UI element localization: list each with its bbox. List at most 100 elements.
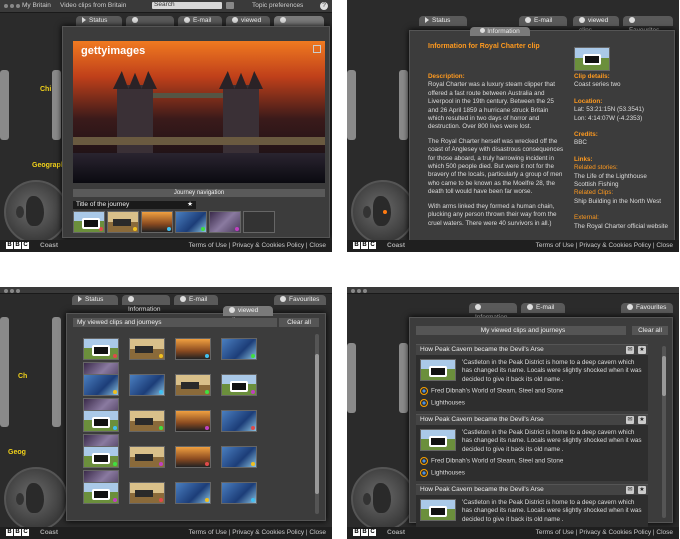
clear-all-button[interactable]: Clear all [632,326,668,335]
tab-viewed[interactable]: viewed clips [573,16,619,34]
list-item-journey-link[interactable]: Lighthouses [420,399,465,407]
second-drawer-handle[interactable] [399,70,408,140]
favourite-star-icon[interactable]: ★ [187,201,193,209]
list-item-thumb[interactable] [420,359,456,381]
related-story-link[interactable]: Scottish Fishing [574,181,670,189]
list-item-header[interactable]: How Peak Cavern became the Devil's Arse ✉… [416,485,648,495]
bbc-logo[interactable]: BBC [353,529,376,536]
uk-globe-map[interactable] [351,180,415,244]
related-story-link[interactable]: The Life of the Lighthouse [574,173,670,181]
tab-information[interactable]: Information [469,303,517,321]
journey-navigation-bar[interactable]: Journey navigation [73,189,325,197]
journey-thumb[interactable] [106,211,139,233]
tab-status[interactable]: Status [72,295,118,305]
video-clips-link[interactable]: Video clips from Britain [60,2,126,9]
viewed-clip-thumb[interactable] [221,446,257,468]
tab-information[interactable]: Information [122,295,170,313]
fullscreen-icon[interactable] [313,45,321,53]
viewed-clip-thumb[interactable] [175,410,211,432]
footer-links[interactable]: Terms of Use | Privacy & Cookies Policy … [536,242,673,249]
bbc-logo[interactable]: BBC [6,242,29,249]
tab-favourites[interactable]: Favourites [623,16,673,34]
video-frame[interactable]: gettyimages [73,41,325,183]
footer-links[interactable]: Terms of Use | Privacy & Cookies Policy … [536,529,673,536]
list-item-journey-link[interactable]: Fred Dibnah's World of Steam, Steel and … [420,387,563,395]
left-drawer-handle[interactable] [347,70,356,140]
second-drawer-handle[interactable] [399,343,408,413]
tab-email[interactable]: E-mail [519,16,567,26]
left-drawer-handle[interactable] [347,343,356,413]
viewed-clip-thumb[interactable] [221,338,257,360]
clear-all-button[interactable]: Clear all [279,318,319,327]
tab-viewed[interactable]: viewed clips [226,16,270,34]
viewed-clip-thumb[interactable] [175,374,211,396]
journey-thumb[interactable] [174,211,207,233]
uk-globe-map[interactable] [4,467,68,531]
list-item[interactable]: How Peak Cavern became the Devil's Arse ✉… [416,484,648,527]
footer-links[interactable]: Terms of Use | Privacy & Cookies Policy … [189,529,326,536]
tab-information-active[interactable]: Information [470,27,530,36]
tab-information[interactable]: Information [126,16,174,34]
viewed-clip-thumb[interactable] [129,338,165,360]
help-icon[interactable]: ? [320,2,328,10]
viewed-clip-thumb[interactable] [221,410,257,432]
external-link[interactable]: The Royal Charter official website [574,223,670,231]
viewed-clip-thumb[interactable] [175,482,211,504]
viewed-clip-thumb[interactable] [129,374,165,396]
list-item-journey-link[interactable]: Fred Dibnah's World of Steam, Steel and … [420,457,563,465]
tab-favourites[interactable]: Favourites [274,295,326,305]
tab-status[interactable]: Status [419,16,467,26]
my-britain-link[interactable]: My Britain [22,2,51,9]
list-item-thumb[interactable] [420,499,456,521]
viewed-clip-thumb[interactable] [83,374,119,396]
tab-status[interactable]: Status [76,16,122,26]
journey-thumb[interactable] [208,211,241,233]
journey-thumb[interactable] [140,211,173,233]
email-icon[interactable]: ✉ [626,346,634,354]
list-item[interactable]: How Peak Cavern became the Devil's Arse ✉… [416,414,648,481]
second-drawer-handle[interactable] [52,70,61,140]
second-drawer-handle[interactable] [52,317,61,427]
star-icon[interactable]: ★ [638,416,646,424]
journey-thumb[interactable] [73,211,105,233]
left-drawer-handle[interactable] [0,70,9,140]
viewed-clip-thumb[interactable] [83,482,119,504]
email-icon[interactable]: ✉ [626,416,634,424]
viewed-clip-thumb[interactable] [221,374,257,396]
grid-scrollbar[interactable] [315,334,319,514]
list-item-header[interactable]: How Peak Cavern became the Devil's Arse ✉… [416,415,648,425]
tab-email[interactable]: E-mail [174,295,218,305]
list-item-header[interactable]: How Peak Cavern became the Devil's Arse ✉… [416,345,648,355]
viewed-clip-thumb[interactable] [175,446,211,468]
email-icon[interactable]: ✉ [626,486,634,494]
viewed-clip-thumb[interactable] [175,338,211,360]
viewed-clip-thumb[interactable] [221,482,257,504]
clip-thumbnail[interactable] [574,47,610,71]
list-scrollbar[interactable] [662,346,666,518]
tab-email[interactable]: E-mail [178,16,222,26]
search-input[interactable]: Search [152,1,222,9]
bbc-logo[interactable]: BBC [6,529,29,536]
list-item[interactable]: How Peak Cavern became the Devil's Arse ✉… [416,344,648,411]
tab-favourites[interactable]: Favourites [274,16,324,34]
search-icon[interactable] [226,2,234,9]
uk-globe-map[interactable] [4,180,68,244]
viewed-clip-thumb[interactable] [83,338,119,360]
left-drawer-handle[interactable] [0,317,9,427]
footer-links[interactable]: Terms of Use | Privacy & Cookies Policy … [189,242,326,249]
list-item-journey-link[interactable]: Lighthouses [420,469,465,477]
viewed-clip-thumb[interactable] [129,410,165,432]
star-icon[interactable]: ★ [638,346,646,354]
viewed-clip-thumb[interactable] [129,446,165,468]
scrollbar-thumb[interactable] [315,354,319,494]
viewed-clip-thumb[interactable] [129,482,165,504]
list-item-thumb[interactable] [420,429,456,451]
viewed-clip-thumb[interactable] [83,410,119,432]
topic-preferences-link[interactable]: Topic preferences [252,2,303,9]
related-clip-link[interactable]: Ship Building in the North West [574,198,670,206]
viewed-clip-thumb[interactable] [83,446,119,468]
tab-viewed-active[interactable]: viewed clips [223,306,273,324]
tab-favourites[interactable]: Favourites [621,303,673,313]
tab-email[interactable]: E-mail [521,303,565,313]
journey-thumb[interactable] [242,211,275,233]
